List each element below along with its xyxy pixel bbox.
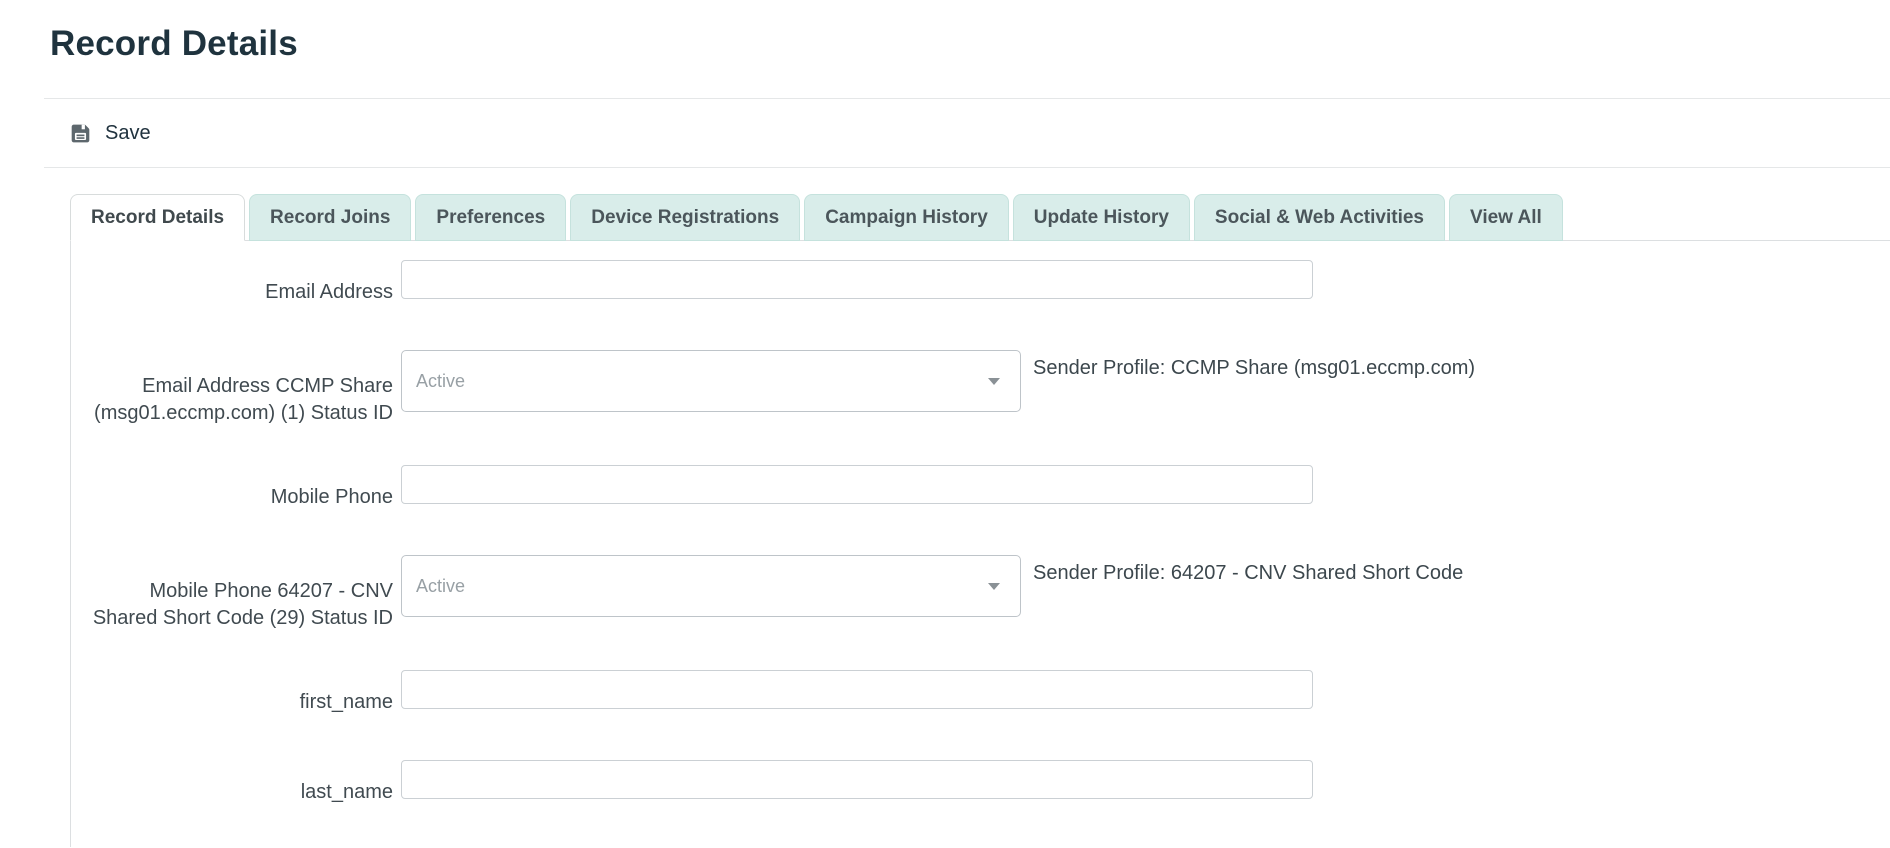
mobile-sender-profile-note: Sender Profile: 64207 - CNV Shared Short… bbox=[1033, 555, 1463, 585]
tab-record-details[interactable]: Record Details bbox=[70, 194, 245, 241]
save-icon bbox=[69, 122, 92, 145]
tab-label: Record Details bbox=[91, 207, 224, 229]
mobile-phone-label: Mobile Phone bbox=[71, 465, 401, 511]
mobile-status-label: Mobile Phone 64207 - CNV Shared Short Co… bbox=[71, 555, 401, 632]
last-name-label: last_name bbox=[71, 760, 401, 806]
chevron-down-icon bbox=[988, 583, 1000, 590]
tab-label: View All bbox=[1470, 207, 1542, 229]
form-row-email-address: Email Address bbox=[71, 260, 1890, 306]
tab-label: Preferences bbox=[436, 207, 545, 229]
tab-device-registrations[interactable]: Device Registrations bbox=[570, 194, 800, 241]
form-row-first-name: first_name bbox=[71, 670, 1890, 716]
email-status-label: Email Address CCMP Share (msg01.eccmp.co… bbox=[71, 350, 401, 427]
tab-label: Record Joins bbox=[270, 207, 390, 229]
mobile-status-selected-value: Active bbox=[416, 576, 465, 597]
email-status-selected-value: Active bbox=[416, 371, 465, 392]
last-name-input[interactable] bbox=[401, 760, 1313, 799]
toolbar: Save bbox=[0, 99, 1890, 167]
tab-bar: Record Details Record Joins Preferences … bbox=[70, 194, 1890, 241]
divider bbox=[44, 167, 1890, 168]
tab-social-web-activities[interactable]: Social & Web Activities bbox=[1194, 194, 1445, 241]
email-address-label: Email Address bbox=[71, 260, 401, 306]
email-sender-profile-note: Sender Profile: CCMP Share (msg01.eccmp.… bbox=[1033, 350, 1475, 380]
tab-campaign-history[interactable]: Campaign History bbox=[804, 194, 1009, 241]
tab-panel-record-details: Email Address Email Address CCMP Share (… bbox=[70, 240, 1890, 847]
save-button-label: Save bbox=[105, 122, 151, 145]
tab-label: Update History bbox=[1034, 207, 1169, 229]
email-status-select[interactable]: Active bbox=[401, 350, 1021, 412]
form-row-email-status: Email Address CCMP Share (msg01.eccmp.co… bbox=[71, 350, 1890, 427]
tab-label: Campaign History bbox=[825, 207, 988, 229]
tab-label: Device Registrations bbox=[591, 207, 779, 229]
tab-preferences[interactable]: Preferences bbox=[415, 194, 566, 241]
tab-record-joins[interactable]: Record Joins bbox=[249, 194, 411, 241]
chevron-down-icon bbox=[988, 378, 1000, 385]
tab-label: Social & Web Activities bbox=[1215, 207, 1424, 229]
form-row-mobile-phone: Mobile Phone bbox=[71, 465, 1890, 511]
form-row-last-name: last_name bbox=[71, 760, 1890, 806]
form-row-mobile-status: Mobile Phone 64207 - CNV Shared Short Co… bbox=[71, 555, 1890, 632]
first-name-input[interactable] bbox=[401, 670, 1313, 709]
mobile-phone-input[interactable] bbox=[401, 465, 1313, 504]
page-header: Record Details bbox=[0, 0, 1890, 66]
email-address-input[interactable] bbox=[401, 260, 1313, 299]
tab-view-all[interactable]: View All bbox=[1449, 194, 1563, 241]
first-name-label: first_name bbox=[71, 670, 401, 716]
mobile-status-select[interactable]: Active bbox=[401, 555, 1021, 617]
page-title: Record Details bbox=[50, 22, 1890, 66]
save-button[interactable]: Save bbox=[69, 122, 151, 145]
tab-update-history[interactable]: Update History bbox=[1013, 194, 1190, 241]
